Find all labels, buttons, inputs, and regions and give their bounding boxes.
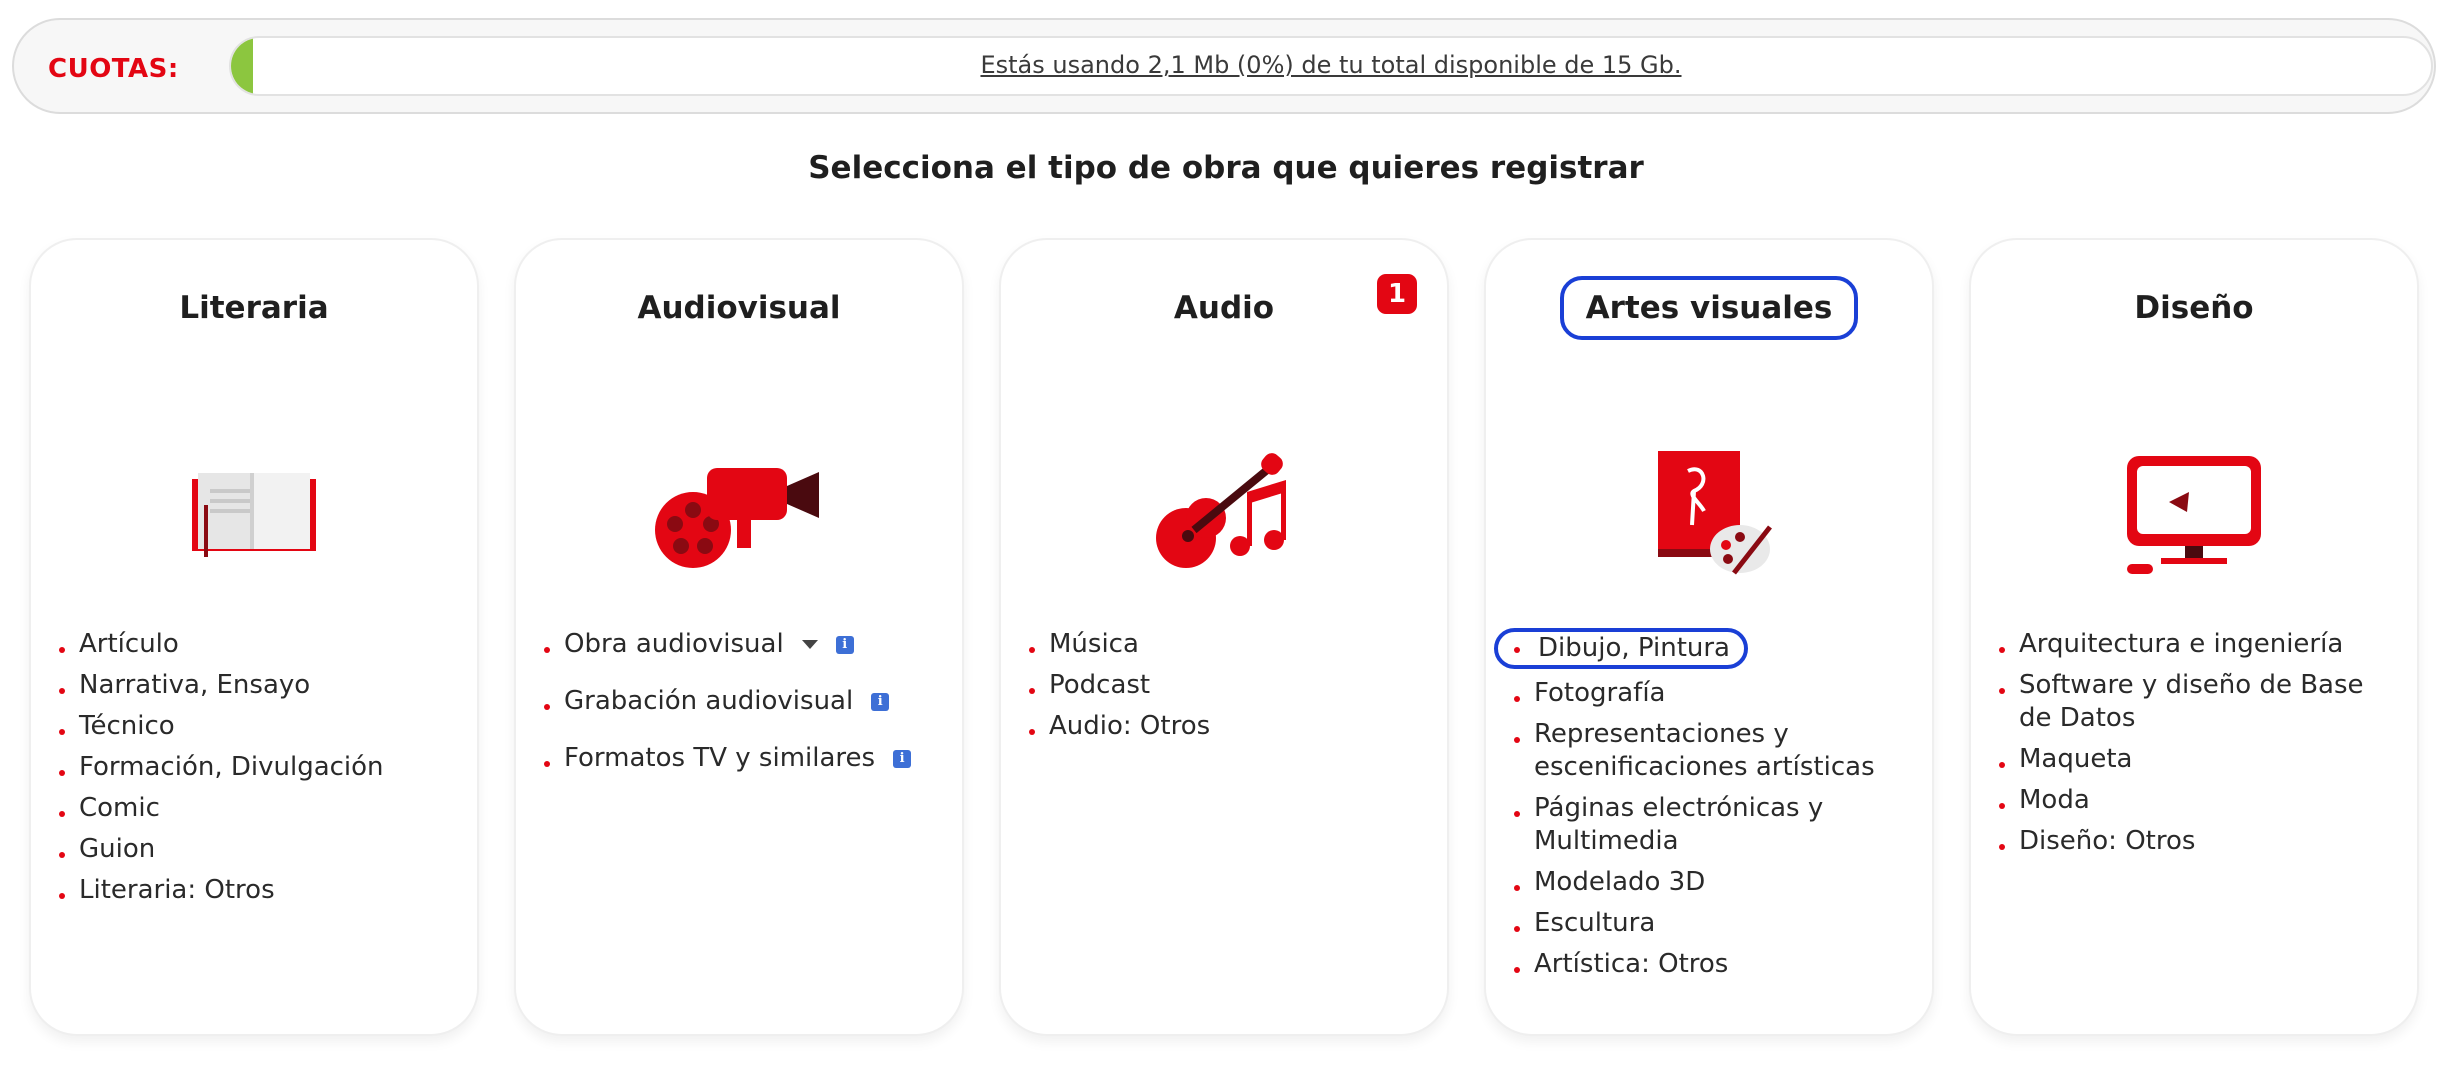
literaria-list: Artículo Narrativa, Ensayo Técnico Forma… [55,628,457,915]
list-item[interactable]: Música [1025,628,1427,661]
list-item[interactable]: Podcast [1025,669,1427,702]
list-item-label: Grabación audiovisual [564,686,854,716]
info-icon[interactable]: i [835,635,854,654]
card-diseno: Diseño Arquitectura e ingeniería Softwar… [1969,238,2419,1036]
list-item-dibujo-pintura[interactable]: Dibujo, Pintura [1494,628,1912,669]
list-item[interactable]: Comic [55,792,457,825]
card-title: Diseño [2134,290,2254,326]
list-item-label: Obra audiovisual [564,629,784,659]
notification-badge: 1 [1377,274,1417,314]
quota-progress-track: Estás usando 2,1 Mb (0%) de tu total dis… [229,36,2433,96]
list-item[interactable]: Narrativa, Ensayo [55,669,457,702]
list-item[interactable]: Técnico [55,710,457,743]
quota-label: CUOTAS: [48,54,179,84]
info-icon[interactable]: i [871,692,890,711]
list-item[interactable]: Software y diseño de Base de Datos [1995,669,2397,735]
list-item-grabacion-audiovisual[interactable]: Grabación audiovisual i [540,685,942,718]
guitar-music-icon [1001,400,1447,630]
card-title-text: Artes visuales [1559,276,1859,340]
list-item-obra-audiovisual[interactable]: Obra audiovisual i [540,628,942,661]
list-item[interactable]: Maqueta [1995,743,2397,776]
art-palette-icon [1486,400,1932,630]
audio-list: Música Podcast Audio: Otros [1025,628,1427,751]
list-item[interactable]: Literaria: Otros [55,874,457,907]
card-title: Literaria [179,290,329,326]
list-item[interactable]: Páginas electrónicas y Multimedia [1510,792,1912,858]
list-item-formatos-tv[interactable]: Formatos TV y similares i [540,742,942,775]
list-item[interactable]: Escultura [1510,907,1912,940]
artes-visuales-list: Dibujo, Pintura Fotografía Representacio… [1494,628,1912,989]
list-item[interactable]: Arquitectura e ingeniería [1995,628,2397,661]
audiovisual-list: Obra audiovisual i Grabación audiovisual… [540,628,942,799]
list-item[interactable]: Artística: Otros [1510,948,1912,981]
list-item[interactable]: Representaciones y escenificaciones artí… [1510,718,1912,784]
list-item[interactable]: Diseño: Otros [1995,825,2397,858]
selected-item-highlight: Dibujo, Pintura [1494,628,1748,669]
card-literaria: Literaria Artículo Narrativa, Ensayo Téc… [29,238,479,1036]
list-item[interactable]: Guion [55,833,457,866]
diseno-list: Arquitectura e ingeniería Software y dis… [1995,628,2397,866]
info-icon[interactable]: i [893,749,912,768]
card-title: Artes visuales [1486,276,1932,340]
quota-usage-link[interactable]: Estás usando 2,1 Mb (0%) de tu total dis… [231,51,2431,79]
list-item[interactable]: Artículo [55,628,457,661]
card-title: Audiovisual [637,290,841,326]
list-item[interactable]: Modelado 3D [1510,866,1912,899]
page-heading: Selecciona el tipo de obra que quieres r… [808,150,1644,186]
chevron-down-icon[interactable] [801,640,818,649]
book-icon [31,400,477,630]
card-audiovisual: Audiovisual Obra audiovisual i Grabación… [514,238,964,1036]
list-item[interactable]: Formación, Divulgación [55,751,457,784]
monitor-icon [1971,400,2417,630]
list-item[interactable]: Moda [1995,784,2397,817]
list-item[interactable]: Fotografía [1510,677,1912,710]
card-artes-visuales: Artes visuales Dibujo, Pintura Fotografí… [1484,238,1934,1036]
card-audio: Audio 1 Música Podcast Audio: Otros [999,238,1449,1036]
list-item-label: Formatos TV y similares [564,743,876,773]
film-camera-icon [516,400,962,630]
quota-bar: CUOTAS: Estás usando 2,1 Mb (0%) de tu t… [12,18,2436,114]
list-item[interactable]: Audio: Otros [1025,710,1427,743]
